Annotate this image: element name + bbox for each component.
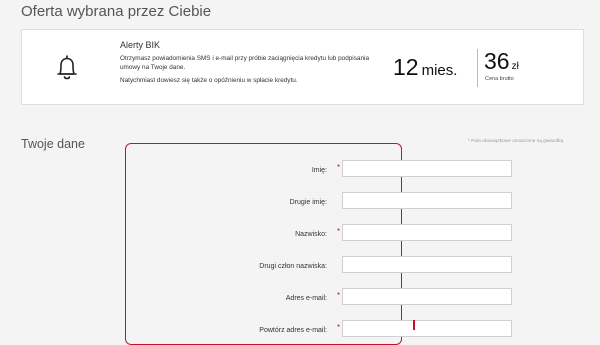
required-marker: * bbox=[337, 227, 341, 236]
last-name-input[interactable] bbox=[342, 224, 512, 241]
offer-note: Natychmiast dowiesz się także o opóźnien… bbox=[120, 77, 298, 84]
offer-card: Alerty BIK Otrzymasz powiadomienia SMS i… bbox=[21, 29, 584, 105]
first-name-input[interactable] bbox=[342, 160, 512, 177]
field-label: Drugie imię: bbox=[289, 199, 327, 206]
your-data-title: Twoje dane bbox=[21, 137, 85, 151]
required-fields-note: * Pola obowiązkowe oznaczone są gwiazdką bbox=[468, 139, 564, 144]
personal-data-form: Imię: * Drugie imię: Nazwisko: * Drugi c… bbox=[125, 143, 512, 345]
field-label: Powtórz adres e-mail: bbox=[259, 327, 327, 334]
field-email: Adres e-mail: * bbox=[126, 288, 512, 308]
field-label: Nazwisko: bbox=[295, 231, 327, 238]
required-marker: * bbox=[337, 163, 341, 172]
required-marker: * bbox=[337, 291, 341, 300]
section-title: Oferta wybrana przez Ciebie bbox=[21, 3, 212, 20]
field-label: Drugi człon nazwiska: bbox=[259, 263, 327, 270]
validation-bar bbox=[413, 320, 415, 330]
price-divider bbox=[477, 49, 478, 87]
field-second-last-name: Drugi człon nazwiska: bbox=[126, 256, 512, 276]
price-unit: zł bbox=[511, 61, 519, 72]
bell-icon bbox=[57, 55, 77, 80]
field-label: Imię: bbox=[311, 167, 327, 174]
offer-details: Alerty BIK Otrzymasz powiadomienia SMS i… bbox=[120, 40, 380, 85]
price-label: Cena brutto bbox=[485, 76, 514, 82]
second-last-name-input[interactable] bbox=[342, 256, 512, 273]
required-marker: * bbox=[337, 323, 341, 332]
email-input[interactable] bbox=[342, 288, 512, 305]
offer-name: Alerty BIK bbox=[120, 40, 161, 50]
offer-price: 36 zł bbox=[484, 48, 519, 75]
field-first-name: Imię: * bbox=[126, 160, 512, 180]
period-value: 12 bbox=[393, 54, 419, 80]
offer-period: 12 mies. bbox=[393, 54, 457, 81]
field-middle-name: Drugie imię: bbox=[126, 192, 512, 212]
price-value: 36 bbox=[484, 48, 510, 74]
field-email-repeat: Powtórz adres e-mail: * bbox=[126, 320, 512, 340]
period-unit: mies. bbox=[421, 62, 458, 79]
field-last-name: Nazwisko: * bbox=[126, 224, 512, 244]
email-repeat-input[interactable] bbox=[342, 320, 512, 337]
offer-description: Otrzymasz powiadomienia SMS i e-mail prz… bbox=[120, 55, 369, 71]
middle-name-input[interactable] bbox=[342, 192, 512, 209]
field-label: Adres e-mail: bbox=[285, 295, 327, 302]
